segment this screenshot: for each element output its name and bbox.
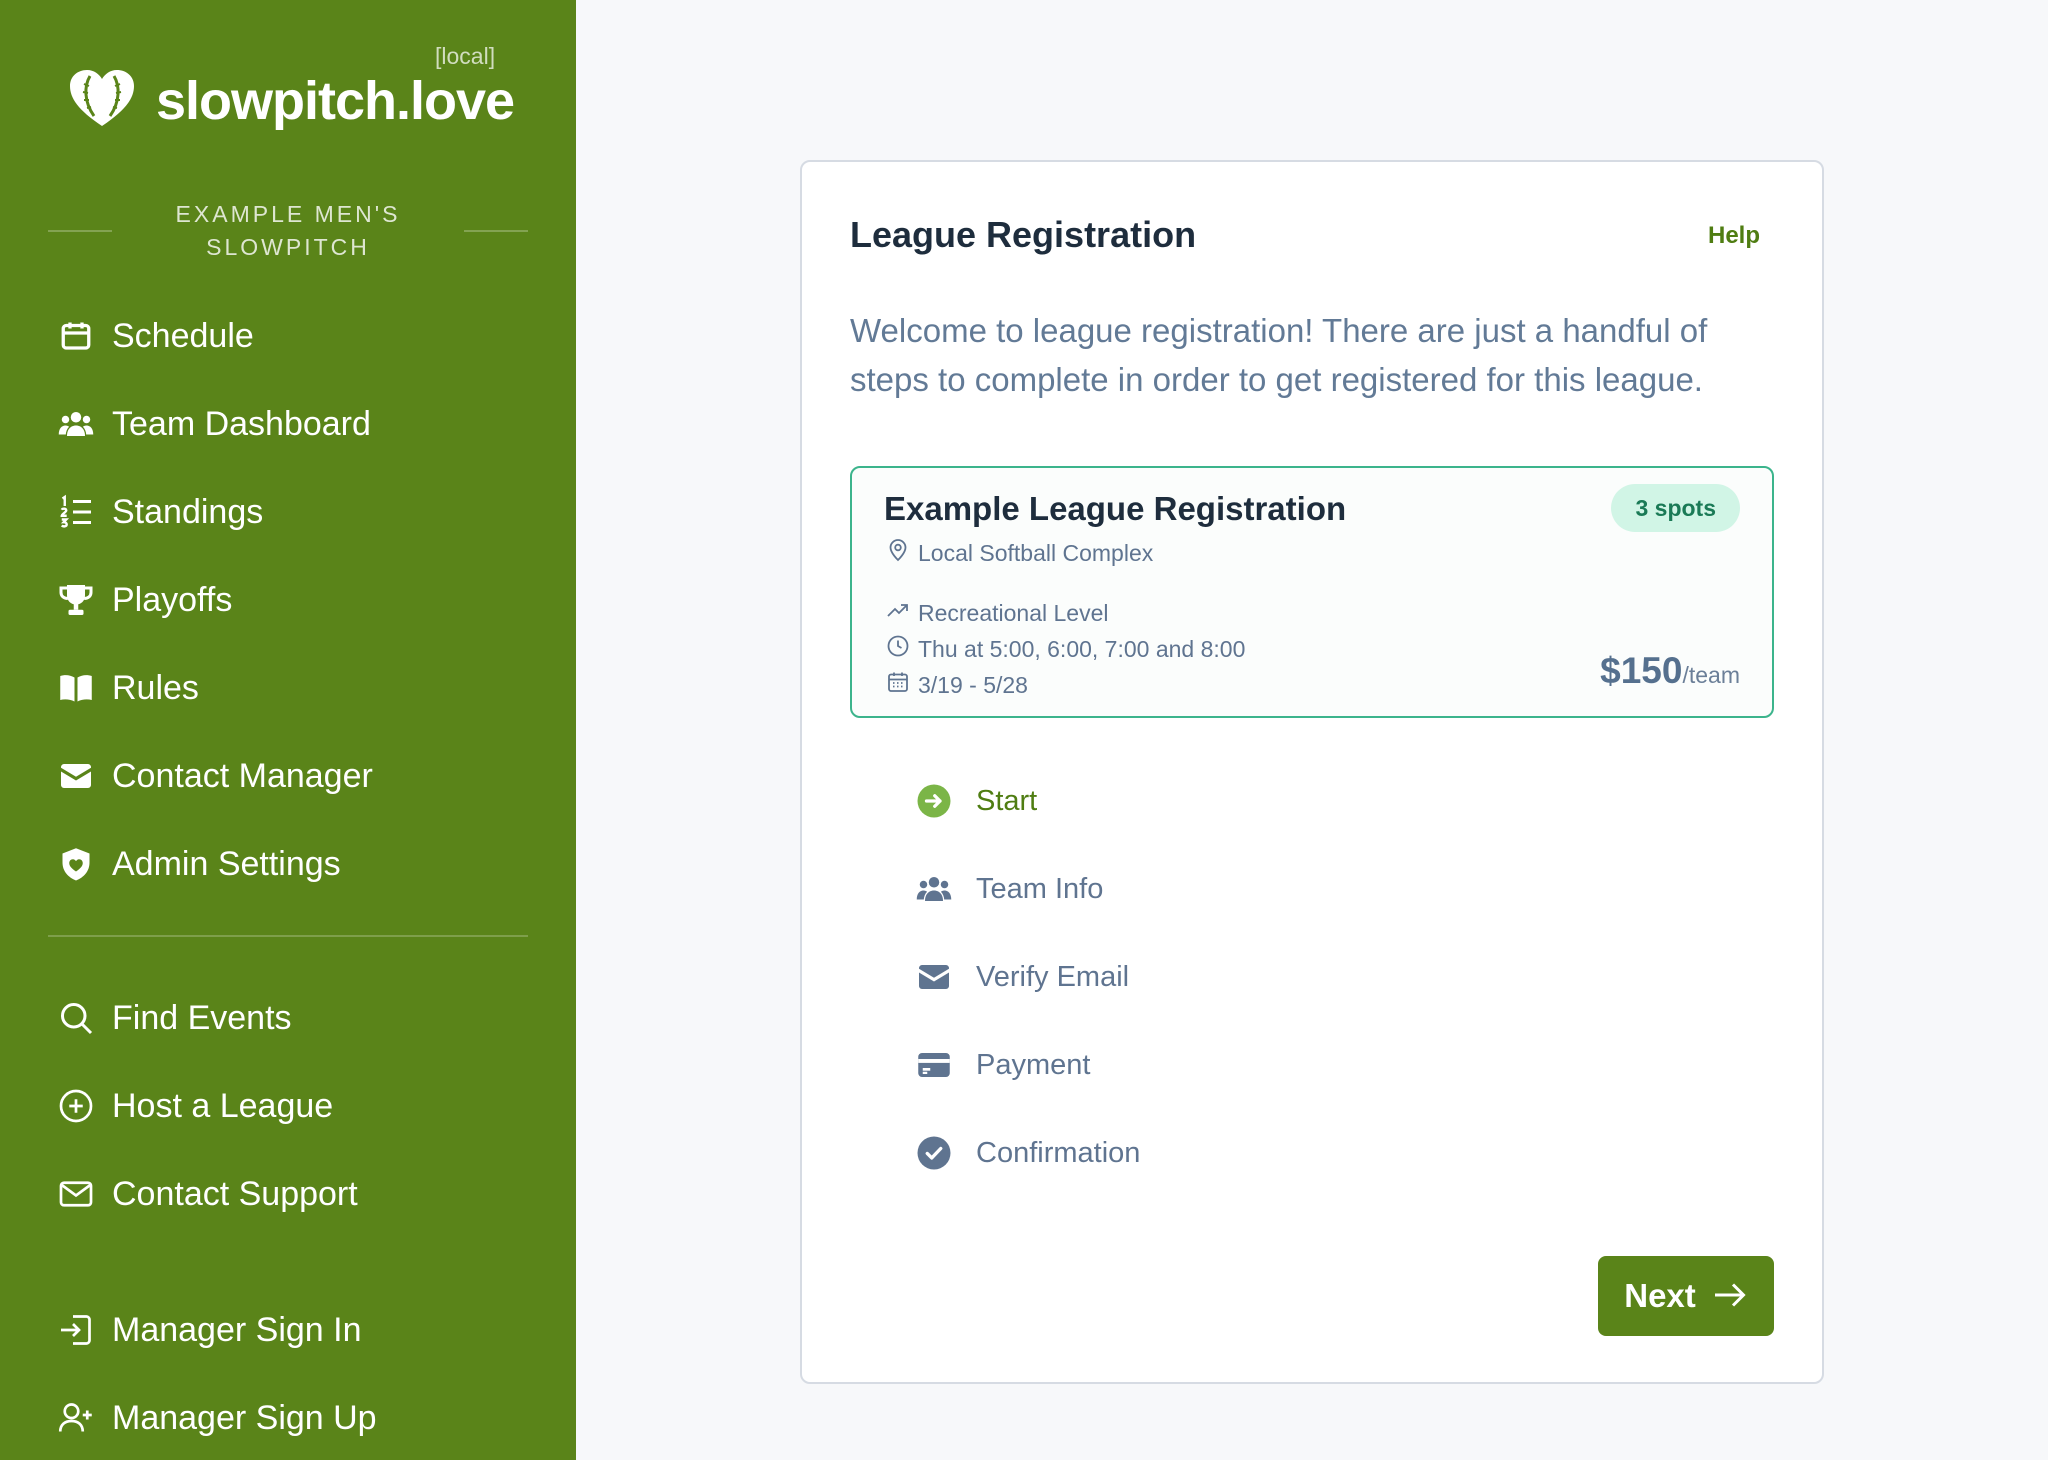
- map-pin-icon: [886, 538, 918, 568]
- environment-tag: [local]: [435, 43, 496, 69]
- nav-item-playoffs[interactable]: Playoffs: [56, 570, 232, 630]
- help-link[interactable]: Help: [1708, 222, 1760, 250]
- heart-softball-icon: [68, 68, 156, 133]
- nav-item-rules[interactable]: Rules: [56, 658, 199, 718]
- league-location: Local Softball Complex: [886, 538, 1153, 568]
- mail-outline-icon: [56, 1174, 96, 1214]
- book-icon: [56, 668, 96, 708]
- nav-label: Contact Manager: [112, 756, 373, 795]
- envelope-icon: [914, 957, 954, 997]
- league-summary: Example League Registration 3 spots Loca…: [850, 466, 1774, 718]
- nav-item-standings[interactable]: Standings: [56, 482, 263, 542]
- calendar-icon: [56, 316, 96, 356]
- times-text: Thu at 5:00, 6:00, 7:00 and 8:00: [918, 635, 1246, 662]
- org-name: EXAMPLE MEN'S SLOWPITCH: [175, 201, 401, 260]
- step-start[interactable]: Start: [914, 774, 1037, 828]
- nav-label: Admin Settings: [112, 844, 341, 883]
- price: $150 /team: [1600, 650, 1740, 692]
- nav-label: Manager Sign Up: [112, 1398, 377, 1437]
- nav-item-contact-support[interactable]: Contact Support: [56, 1164, 358, 1224]
- nav-item-manager-sign-in[interactable]: Manager Sign In: [56, 1300, 362, 1360]
- nav-label: Find Events: [112, 998, 292, 1037]
- intro-text: Welcome to league registration! There ar…: [850, 312, 1708, 398]
- nav-item-manager-sign-up[interactable]: Manager Sign Up: [56, 1388, 377, 1448]
- step-label: Verify Email: [976, 960, 1130, 993]
- league-times: Thu at 5:00, 6:00, 7:00 and 8:00: [886, 634, 1245, 664]
- calendar-icon: [886, 670, 918, 700]
- arrow-right-icon: [1712, 1277, 1748, 1316]
- page-title: League Registration: [850, 214, 1197, 255]
- league-name: Example League Registration: [884, 490, 1347, 527]
- step-payment[interactable]: Payment: [914, 1038, 1090, 1092]
- spots-badge: 3 spots: [1611, 484, 1740, 532]
- league-dates: 3/19 - 5/28: [886, 670, 1028, 700]
- price-unit: /team: [1682, 662, 1740, 688]
- trending-up-icon: [886, 598, 918, 628]
- divider: [464, 230, 528, 232]
- user-plus-icon: [56, 1398, 96, 1438]
- clock-icon: [886, 634, 918, 664]
- credit-card-icon: [914, 1045, 954, 1085]
- step-label: Payment: [976, 1048, 1091, 1081]
- level-text: Recreational Level: [918, 599, 1109, 626]
- users-icon: [56, 404, 96, 444]
- search-icon: [56, 998, 96, 1038]
- envelope-icon: [56, 756, 96, 796]
- next-button[interactable]: Next: [1598, 1256, 1774, 1336]
- nav-label: Rules: [112, 668, 199, 707]
- sidebar: [local] slowpitch.love EXAMPLE MEN'S SLO…: [0, 0, 576, 1460]
- league-level: Recreational Level: [886, 598, 1109, 628]
- nav-label: Host a League: [112, 1086, 334, 1125]
- brand-logo[interactable]: slowpitch.love: [68, 68, 515, 133]
- nav-item-team-dashboard[interactable]: Team Dashboard: [56, 394, 371, 454]
- nav-label: Contact Support: [112, 1174, 358, 1213]
- next-label: Next: [1624, 1277, 1696, 1314]
- step-confirmation[interactable]: Confirmation: [914, 1126, 1140, 1180]
- step-label: Team Info: [976, 872, 1104, 905]
- brand-name: slowpitch.love: [156, 70, 515, 131]
- check-circle-icon: [914, 1133, 954, 1173]
- price-amount: $150: [1600, 650, 1683, 691]
- nav-label: Team Dashboard: [112, 404, 371, 443]
- plus-circle-icon: [56, 1086, 96, 1126]
- shield-heart-icon: [56, 844, 96, 884]
- nav-item-host-a-league[interactable]: Host a League: [56, 1076, 333, 1136]
- nav-label: Playoffs: [112, 580, 233, 619]
- dates-text: 3/19 - 5/28: [918, 671, 1028, 698]
- trophy-icon: [56, 580, 96, 620]
- nav-item-find-events[interactable]: Find Events: [56, 988, 292, 1048]
- step-verify-email[interactable]: Verify Email: [914, 950, 1129, 1004]
- arrow-circle-icon: [914, 781, 954, 821]
- nav-label: Schedule: [112, 316, 254, 355]
- nav-item-schedule[interactable]: Schedule: [56, 306, 254, 366]
- location-text: Local Softball Complex: [918, 539, 1154, 566]
- nav-item-contact-manager[interactable]: Contact Manager: [56, 746, 373, 806]
- step-label: Start: [976, 784, 1038, 817]
- nav-divider: [48, 935, 528, 937]
- nav-label: Manager Sign In: [112, 1310, 362, 1349]
- nav-item-admin-settings[interactable]: Admin Settings: [56, 834, 341, 894]
- nav-label: Standings: [112, 492, 264, 531]
- users-icon: [914, 869, 954, 909]
- divider: [48, 230, 112, 232]
- step-label: Confirmation: [976, 1136, 1141, 1169]
- org-header: EXAMPLE MEN'S SLOWPITCH: [48, 198, 528, 264]
- registration-card: League Registration Help Welcome to leag…: [800, 160, 1824, 1384]
- list-ordered-icon: [56, 492, 96, 532]
- sign-in-icon: [56, 1310, 96, 1350]
- step-team-info[interactable]: Team Info: [914, 862, 1103, 916]
